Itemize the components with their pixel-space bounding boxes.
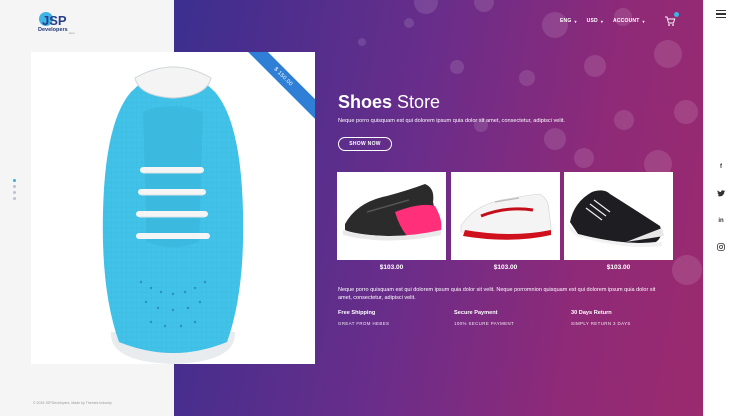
feature-title: Secure Payment [454,310,498,316]
pager-dot[interactable] [13,185,16,188]
caret-down-icon: ▾ [600,18,604,24]
cart-icon[interactable] [664,15,676,27]
show-now-button[interactable]: SHOW NOW [338,137,392,151]
product-thumbnail[interactable] [451,172,560,260]
cart-badge [674,12,679,17]
feature-30-days-return: 30 Days Return SIMPLY RETURN 3 DAYS [571,310,631,326]
hero-title-light: Store [397,92,441,112]
featured-product-card[interactable]: $ 150.00 [31,52,315,364]
hamburger-menu-icon[interactable] [716,10,726,18]
thumbnail-price: $103.00 [379,264,404,271]
feature-title: Free Shipping [338,310,376,316]
pink-black-sneaker-image [343,184,442,241]
pager-dot-active[interactable] [13,179,16,182]
feature-free-shipping: Free Shipping GREAT FROM HEBES [338,310,389,326]
account-menu[interactable]: ACCOUNT ▾ [613,18,645,24]
thumbnail-price: $103.00 [493,264,518,271]
linkedin-icon[interactable]: in [715,216,727,226]
copyright-text: © 2015 JSPDevelopers. Made by Themes Ind… [33,401,112,405]
currency-selector[interactable]: USD ▾ [587,18,603,24]
language-label: ENG [560,18,572,24]
logo-name: Developers [38,27,68,33]
hero-title-bold: Shoes [338,92,393,112]
thumbnail-price: $103.00 [606,264,631,271]
twitter-icon[interactable] [715,189,727,199]
account-label: ACCOUNT [613,18,640,24]
pager-dot[interactable] [13,197,16,200]
product-thumbnail[interactable] [564,172,673,260]
top-nav: ENG ▾ USD ▾ ACCOUNT ▾ [560,18,645,24]
caret-down-icon: ▾ [642,18,645,24]
feature-subtitle: GREAT FROM HEBES [338,321,390,326]
pager-dot[interactable] [13,191,16,194]
hero-description: Neque porro quisquam est qui dolorem ips… [338,118,565,124]
caret-down-icon: ▾ [574,18,577,24]
feature-subtitle: 100% SECURE PAYMENT [454,321,515,326]
facebook-icon[interactable]: f [715,162,727,172]
feature-subtitle: SIMPLY RETURN 3 DAYS [571,321,631,326]
language-selector[interactable]: ENG ▾ [560,18,577,24]
logo-mark: JSP [42,13,67,28]
blue-sneaker-image [102,66,244,364]
instagram-icon[interactable] [715,243,727,253]
feature-secure-payment: Secure Payment 100% SECURE PAYMENT [454,310,514,326]
white-red-sneaker-image [460,193,552,240]
social-links: f in [715,162,727,253]
product-thumbnail[interactable] [337,172,446,260]
logo-suffix: .com [68,31,75,35]
slider-pager [13,179,16,200]
black-canvas-sneaker-image [568,190,664,247]
hero-title: Shoes Store [338,92,440,113]
currency-label: USD [586,18,598,24]
long-description: Neque porro quisquam est qui dolorem ips… [338,287,656,301]
feature-title: 30 Days Return [571,310,612,316]
